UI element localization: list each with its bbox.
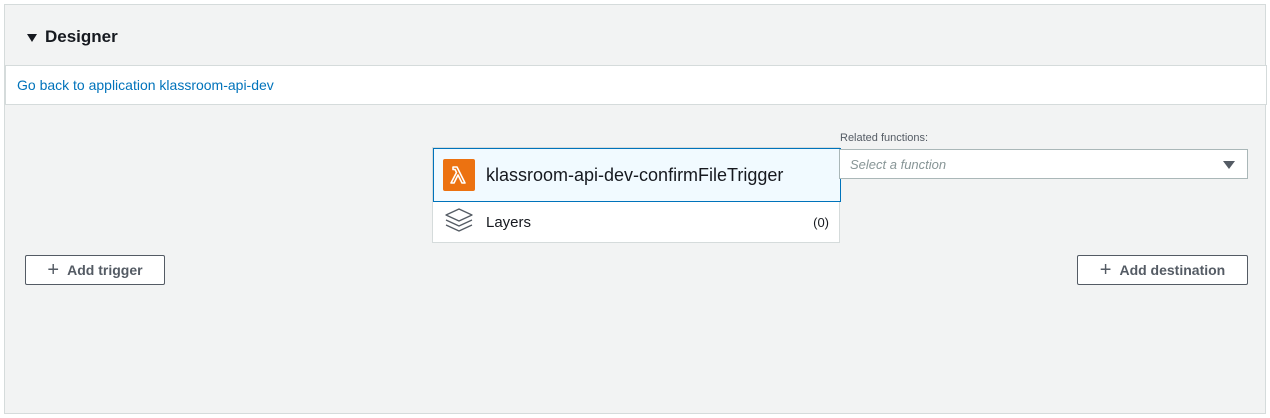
add-destination-label: Add destination (1119, 262, 1226, 278)
function-node[interactable]: klassroom-api-dev-confirmFileTrigger (433, 148, 841, 202)
layers-count: (0) (813, 214, 829, 230)
layers-node[interactable]: Layers (0) (433, 202, 839, 242)
function-card: klassroom-api-dev-confirmFileTrigger Lay… (432, 147, 841, 243)
add-trigger-label: Add trigger (67, 262, 143, 278)
lambda-icon (443, 159, 475, 191)
caret-down-icon (27, 33, 37, 42)
back-link-bar: Go back to application klassroom-api-dev (5, 65, 1267, 105)
function-name: klassroom-api-dev-confirmFileTrigger (486, 164, 784, 185)
add-trigger-button[interactable]: + Add trigger (25, 255, 165, 285)
related-functions-label: Related functions: (840, 132, 929, 144)
related-functions-placeholder: Select a function (850, 156, 947, 172)
plus-icon: + (1099, 259, 1112, 281)
layers-icon (444, 207, 474, 238)
layers-label: Layers (486, 213, 532, 231)
designer-header-toggle[interactable]: Designer (27, 27, 118, 47)
caret-down-icon (1223, 161, 1235, 169)
designer-title: Designer (45, 27, 118, 46)
related-functions-select[interactable]: Select a function (839, 149, 1248, 179)
plus-icon: + (47, 259, 60, 281)
add-destination-button[interactable]: + Add destination (1077, 255, 1248, 285)
designer-panel: Designer Go back to application klassroo… (4, 4, 1267, 414)
back-to-application-link[interactable]: Go back to application klassroom-api-dev (17, 77, 274, 93)
